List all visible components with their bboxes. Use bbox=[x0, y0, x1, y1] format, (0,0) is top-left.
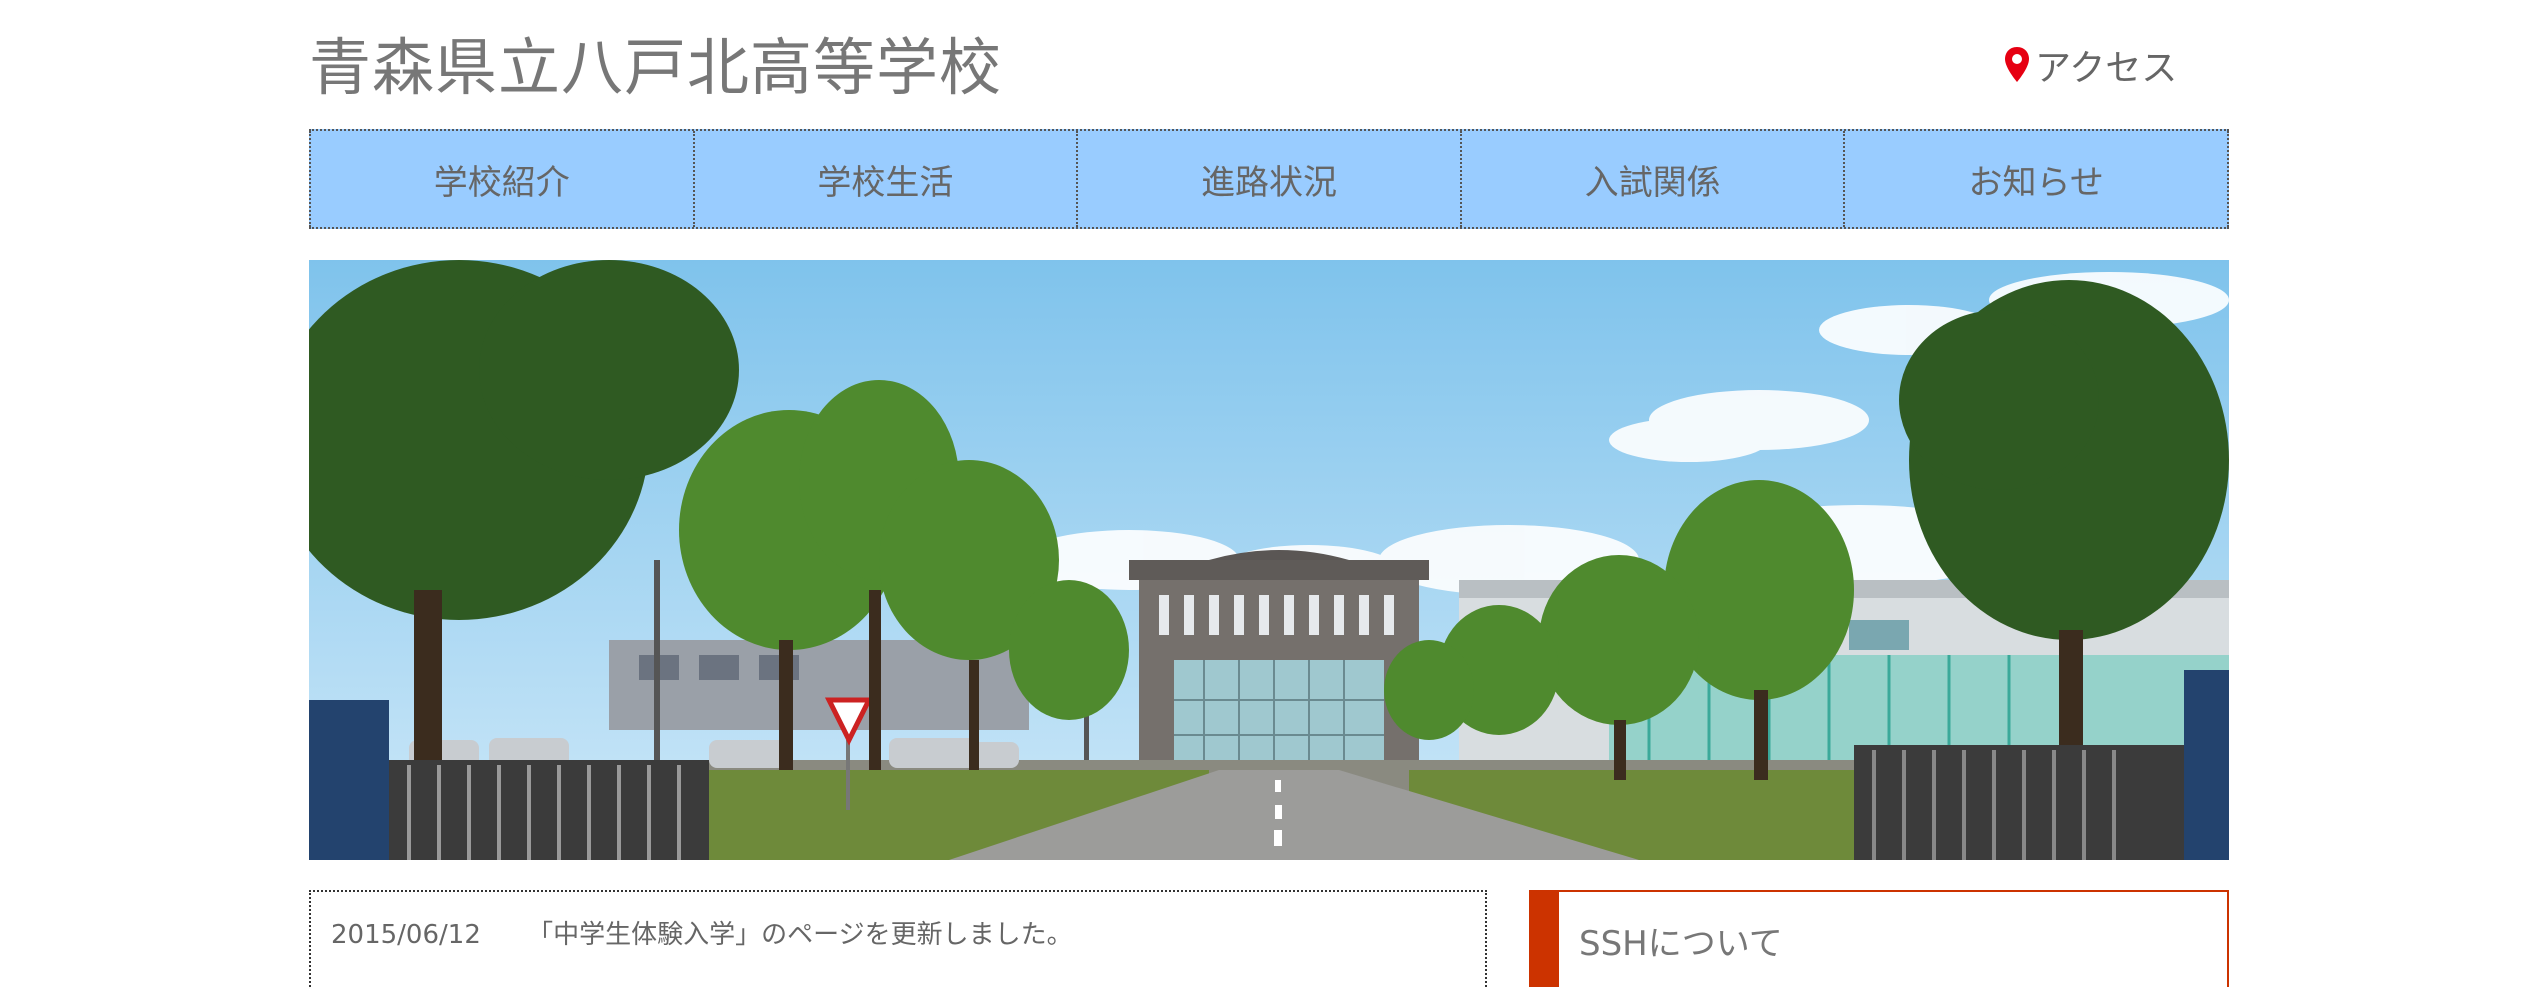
page: 青森県立八戸北高等学校 アクセス 学校紹介 学校生活 進路状況 入試関係 お知ら… bbox=[0, 0, 2538, 987]
access-link[interactable]: アクセス bbox=[2003, 40, 2177, 90]
ssh-link-box[interactable]: SSHについて bbox=[1529, 890, 2229, 987]
main-nav: 学校紹介 学校生活 進路状況 入試関係 お知らせ bbox=[309, 129, 2229, 229]
site-title[interactable]: 青森県立八戸北高等学校 bbox=[309, 28, 1002, 108]
nav-item-news[interactable]: お知らせ bbox=[1843, 131, 2229, 227]
news-text[interactable]: 「中学生体験入学」のページを更新しました。 bbox=[527, 920, 1072, 950]
hero-image bbox=[309, 260, 2229, 860]
nav-item-admissions[interactable]: 入試関係 bbox=[1459, 131, 1844, 227]
nav-item-career[interactable]: 進路状況 bbox=[1076, 131, 1460, 227]
news-item[interactable]: 2015/06/12 「中学生体験入学」のページを更新しました。 bbox=[331, 914, 1465, 951]
access-label: アクセス bbox=[2035, 48, 2178, 89]
news-date: 2015/06/12 bbox=[331, 920, 481, 950]
map-pin-icon bbox=[2005, 47, 2029, 82]
nav-item-school-life[interactable]: 学校生活 bbox=[692, 131, 1077, 227]
ssh-title: SSHについて bbox=[1579, 924, 1783, 964]
nav-item-school-intro[interactable]: 学校紹介 bbox=[309, 131, 693, 227]
news-box: 2015/06/12 「中学生体験入学」のページを更新しました。 bbox=[309, 890, 1487, 987]
campus-photo bbox=[309, 260, 2229, 860]
